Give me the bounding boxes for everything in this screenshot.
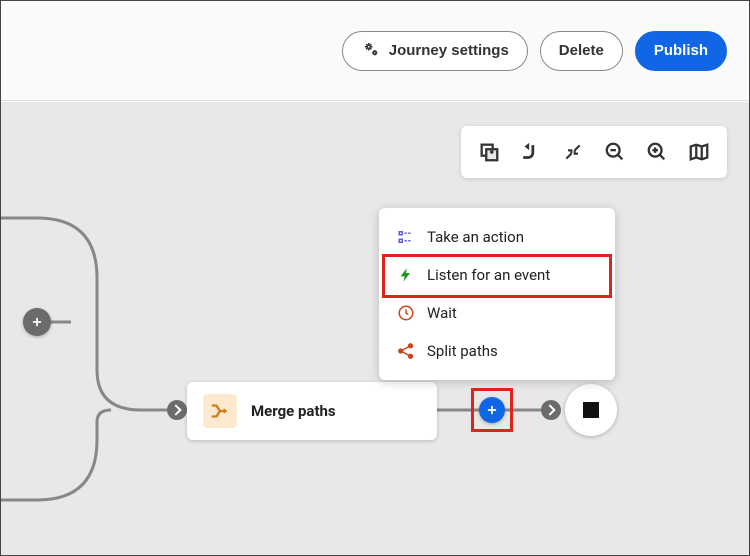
add-node-after-merge[interactable] — [479, 397, 505, 423]
take-action-icon — [397, 228, 415, 246]
menu-item-label: Take an action — [427, 228, 524, 246]
split-icon — [397, 342, 415, 360]
lightning-icon — [397, 266, 415, 284]
merge-paths-icon — [203, 394, 237, 428]
add-node-popover: Take an action Listen for an event Wait … — [379, 208, 615, 380]
collapse-icon[interactable] — [555, 136, 591, 168]
topbar: Journey settings Delete Publish — [1, 1, 749, 101]
delete-button[interactable]: Delete — [540, 31, 623, 71]
menu-item-label: Wait — [427, 304, 457, 322]
map-icon[interactable] — [681, 136, 717, 168]
menu-item-wait[interactable]: Wait — [379, 294, 615, 332]
menu-item-label: Listen for an event — [427, 266, 550, 284]
delete-label: Delete — [559, 42, 604, 59]
canvas-toolbar — [461, 126, 727, 178]
canvas[interactable]: Merge paths Take an action Listen for an… — [1, 102, 749, 555]
duplicate-icon[interactable] — [471, 136, 507, 168]
publish-button[interactable]: Publish — [635, 31, 727, 71]
merge-paths-card[interactable]: Merge paths — [187, 382, 437, 440]
menu-item-split-paths[interactable]: Split paths — [379, 332, 615, 370]
merge-paths-label: Merge paths — [251, 402, 336, 420]
journey-settings-button[interactable]: Journey settings — [342, 31, 528, 71]
add-node-plus[interactable] — [23, 308, 51, 336]
zoom-in-icon[interactable] — [639, 136, 675, 168]
gears-icon — [361, 40, 381, 62]
journey-settings-label: Journey settings — [389, 42, 509, 59]
undo-icon[interactable] — [513, 136, 549, 168]
chevron-before-end[interactable] — [541, 400, 561, 420]
chevron-before-merge[interactable] — [167, 400, 187, 420]
stop-icon — [583, 402, 599, 418]
menu-item-listen-event[interactable]: Listen for an event — [379, 256, 615, 294]
end-node[interactable] — [565, 384, 617, 436]
menu-item-take-action[interactable]: Take an action — [379, 218, 615, 256]
clock-icon — [397, 304, 415, 322]
publish-label: Publish — [654, 42, 708, 59]
zoom-out-icon[interactable] — [597, 136, 633, 168]
menu-item-label: Split paths — [427, 342, 498, 360]
